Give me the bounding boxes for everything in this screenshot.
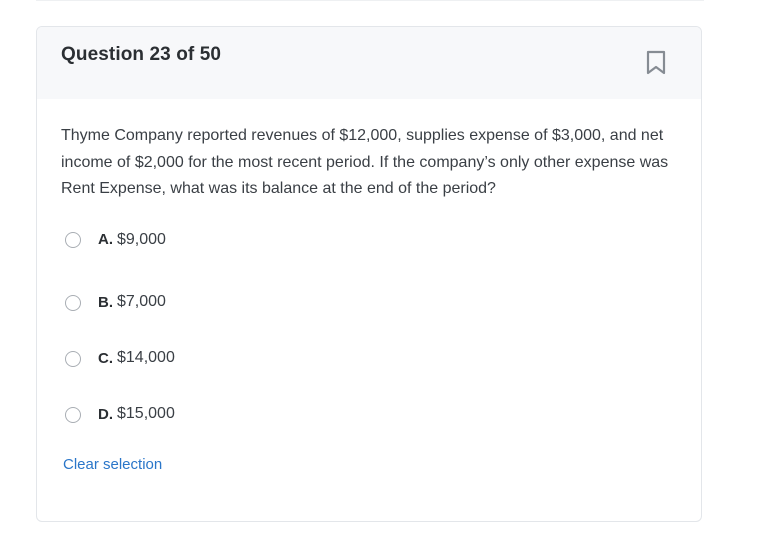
option-d[interactable]: D. $15,000 [61, 367, 677, 423]
option-letter: C. [98, 349, 113, 367]
top-divider [36, 0, 704, 1]
question-title: Question 23 of 50 [61, 44, 222, 65]
answer-options: A. $9,000 B. $7,000 C. $14,000 D. $15,00… [61, 225, 677, 423]
option-a[interactable]: A. $9,000 [61, 225, 677, 255]
radio-button[interactable] [65, 231, 81, 248]
bookmark-icon[interactable] [645, 50, 667, 76]
option-c[interactable]: C. $14,000 [61, 311, 677, 367]
option-letter: A. [98, 231, 113, 248]
radio-button[interactable] [65, 294, 81, 311]
question-body: Thyme Company reported revenues of $12,0… [37, 99, 701, 474]
option-b[interactable]: B. $7,000 [61, 255, 677, 311]
option-text: $14,000 [117, 348, 175, 366]
question-card: Question 23 of 50 Thyme Company reported… [36, 26, 702, 522]
radio-button[interactable] [65, 406, 81, 423]
clear-selection-link[interactable]: Clear selection [63, 456, 162, 473]
question-text: Thyme Company reported revenues of $12,0… [61, 127, 669, 197]
option-text: $9,000 [117, 230, 166, 248]
option-text: $7,000 [117, 292, 166, 310]
option-text: $15,000 [117, 404, 175, 422]
option-letter: B. [98, 293, 113, 311]
option-letter: D. [98, 405, 113, 423]
question-header: Question 23 of 50 [37, 27, 701, 99]
radio-button[interactable] [65, 350, 81, 367]
